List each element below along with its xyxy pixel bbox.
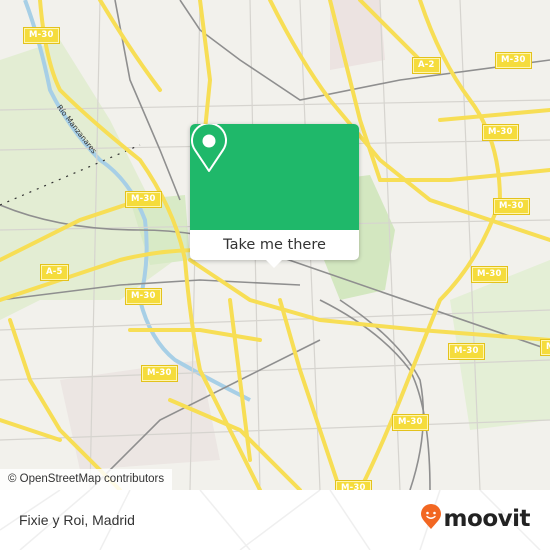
- road-shield-m30: M-30: [23, 27, 60, 44]
- road-shield-m30: M-30: [335, 480, 372, 490]
- road-shield-m30: M-30: [495, 52, 532, 69]
- road-shield-m30: M-30: [392, 414, 429, 431]
- moovit-logo[interactable]: moovit: [420, 502, 531, 536]
- place-name: Fixie y Roi, Madrid: [19, 512, 135, 528]
- road-shield-m30: M-30: [125, 288, 162, 305]
- road-shield-a5: A-5: [40, 264, 69, 281]
- road-shield-m30: M-30: [540, 339, 550, 356]
- road-shield-m30: M-30: [493, 198, 530, 215]
- road-shield-a2: A-2: [412, 57, 441, 74]
- road-shield-m30: M-30: [482, 124, 519, 141]
- moovit-wordmark: moovit: [443, 506, 531, 532]
- popup-pointer: [266, 260, 282, 268]
- road-shield-m30: M-30: [141, 365, 178, 382]
- map-attribution[interactable]: © OpenStreetMap contributors: [0, 469, 173, 490]
- road-shield-m30: M-30: [125, 191, 162, 208]
- map[interactable]: M-30 A-2 M-30 M-30 M-30 M-30 A-5 M-30 M-…: [0, 0, 550, 490]
- moovit-smiley-pin-icon: [420, 504, 442, 534]
- popup-header: [190, 124, 359, 230]
- road-shield-m30: M-30: [448, 343, 485, 360]
- road-shield-m30: M-30: [471, 266, 508, 283]
- location-popup: Take me there: [190, 124, 359, 268]
- footer: Fixie y Roi, Madrid moovit: [0, 490, 550, 550]
- take-me-there-button[interactable]: Take me there: [190, 230, 359, 260]
